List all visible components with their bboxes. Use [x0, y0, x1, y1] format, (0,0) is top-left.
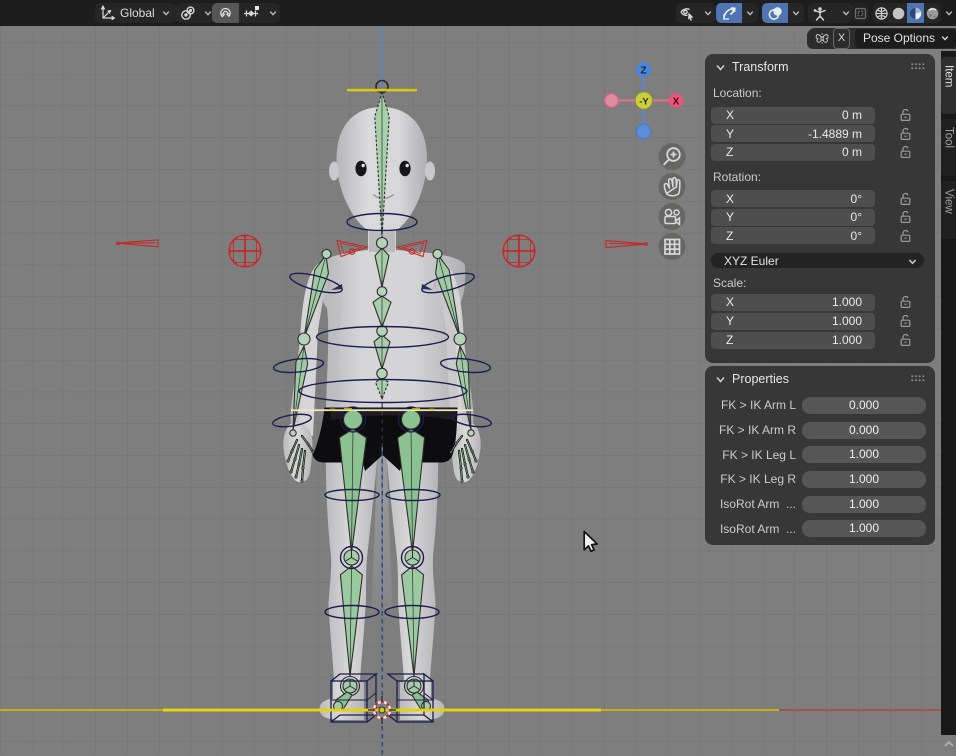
svg-text:-Y: -Y: [639, 96, 649, 107]
svg-text:X: X: [673, 96, 680, 107]
svg-text:Z: Z: [640, 65, 646, 76]
